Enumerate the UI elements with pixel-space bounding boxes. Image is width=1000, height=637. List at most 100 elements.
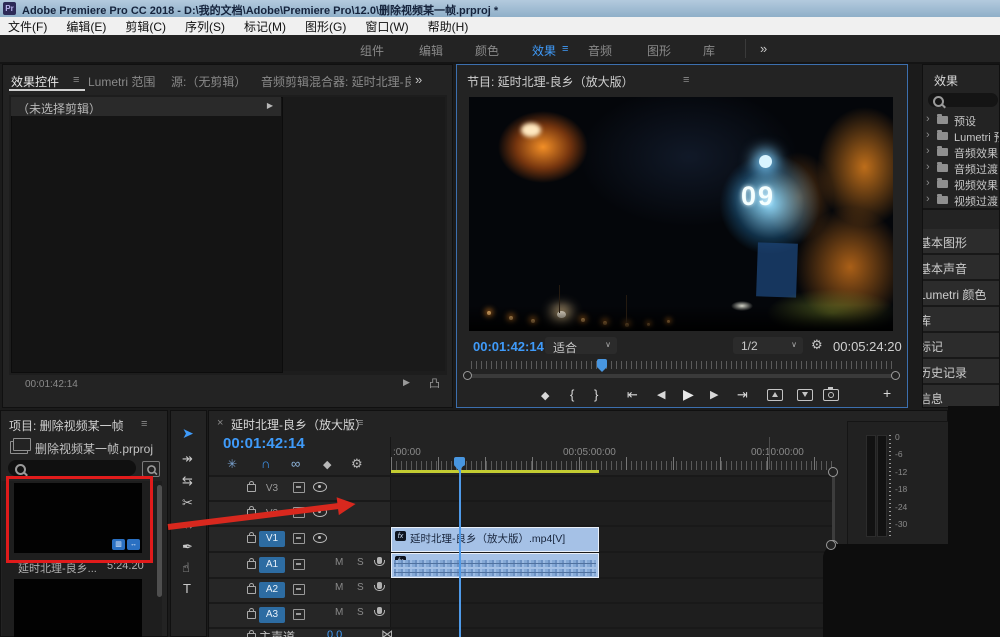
workspace-tab-editing[interactable]: 编辑 — [419, 42, 443, 59]
scrollbar-end-left[interactable] — [463, 371, 472, 380]
workspace-tab-audio[interactable]: 音频 — [588, 42, 612, 59]
nest-sequence-icon[interactable]: ✳ — [227, 457, 237, 471]
tree-item-audio-effects[interactable]: 音频效果 — [954, 145, 998, 161]
tool-ripple-edit[interactable]: ⇆ — [182, 473, 193, 489]
linked-selection-icon[interactable]: ∞ — [291, 456, 300, 471]
program-scrub-ruler[interactable] — [471, 361, 895, 369]
mute-button[interactable]: M — [335, 582, 343, 593]
workspace-tab-graphics[interactable]: 图形 — [647, 42, 671, 59]
mic-record-icon[interactable] — [374, 557, 385, 566]
workspace-menu-icon[interactable]: ≡ — [562, 43, 568, 55]
timeline-tab-title[interactable]: 延时北理-良乡（放大版） — [231, 416, 367, 433]
panel-header-libraries[interactable]: 库 — [923, 307, 999, 333]
menu-help[interactable]: 帮助(H) — [428, 18, 469, 35]
tool-track-select-forward[interactable]: ↠ — [182, 451, 193, 467]
expand-arrow-icon[interactable]: ▶ — [267, 101, 273, 110]
menu-edit[interactable]: 编辑(E) — [66, 18, 106, 35]
solo-button[interactable]: S — [357, 582, 364, 593]
go-to-in-button[interactable]: ⇤ — [627, 387, 638, 403]
mic-record-icon[interactable] — [374, 582, 385, 591]
tool-razor[interactable]: ✂ — [182, 495, 193, 511]
track-lock-icon[interactable] — [247, 630, 256, 637]
track-target-a1[interactable]: A1 — [259, 557, 285, 573]
tree-item-video-transitions[interactable]: 视频过渡 — [954, 193, 998, 209]
audio-clip-a1[interactable]: fx — [391, 553, 599, 578]
effects-panel-title[interactable]: 效果 — [934, 72, 958, 89]
track-visibility-eye-icon[interactable] — [313, 533, 327, 543]
tree-item-video-effects[interactable]: 视频效果 — [954, 177, 998, 193]
step-back-button[interactable]: ◀ — [657, 388, 665, 401]
sync-lock-icon[interactable] — [293, 584, 305, 595]
menu-clip[interactable]: 剪辑(C) — [125, 18, 166, 35]
track-target-v3[interactable]: V3 — [259, 481, 285, 497]
workspace-overflow-icon[interactable]: » — [760, 41, 767, 56]
tab-audio-clip-mixer[interactable]: 音频剪辑混合器: 延时北理-良乡（） — [261, 73, 411, 90]
track-target-a2[interactable]: A2 — [259, 582, 285, 598]
master-level-value[interactable]: 0.0 — [327, 629, 342, 637]
effects-search-input[interactable] — [928, 93, 998, 107]
program-current-timecode[interactable]: 00:01:42:14 — [473, 339, 544, 354]
go-to-out-button[interactable]: ⇥ — [737, 387, 748, 403]
tool-pen[interactable]: ✒ — [182, 539, 193, 555]
panel-header-history[interactable]: 历史记录 — [923, 359, 999, 385]
chevron-right-icon[interactable]: › — [926, 193, 930, 205]
chevron-right-icon[interactable]: › — [926, 129, 930, 141]
track-lock-icon[interactable] — [247, 608, 256, 619]
chevron-right-icon[interactable]: › — [926, 145, 930, 157]
track-target-a3[interactable]: A3 — [259, 607, 285, 623]
tool-type[interactable]: T — [183, 581, 191, 596]
sync-lock-icon[interactable] — [293, 533, 305, 544]
scrollbar-knob-peek[interactable] — [826, 540, 836, 550]
panel-header-lumetri-color[interactable]: Lumetri 颜色 — [923, 281, 999, 307]
add-marker-button[interactable]: ◆ — [541, 389, 549, 402]
mark-out-button[interactable]: } — [594, 387, 598, 402]
video-clip-v1[interactable]: fx 延时北理-良乡（放大版）.mp4[V] — [391, 527, 599, 552]
mute-button[interactable]: M — [335, 607, 343, 618]
project-search-bin-button[interactable] — [142, 461, 160, 477]
step-forward-button[interactable]: ▶ — [710, 388, 718, 401]
project-panel-title[interactable]: 项目: 删除视频某一帧 — [9, 417, 124, 434]
panel-header-markers[interactable]: 标记 — [923, 333, 999, 359]
tab-lumetri-scopes[interactable]: Lumetri 范围 — [88, 73, 155, 90]
workspace-tab-libraries[interactable]: 库 — [703, 42, 715, 59]
program-video-frame[interactable]: 09 — [469, 97, 893, 331]
timeline-tab-close-icon[interactable]: × — [217, 417, 223, 429]
chevron-right-icon[interactable]: › — [926, 177, 930, 189]
tree-item-presets[interactable]: 预设 — [954, 113, 976, 129]
export-icon[interactable]: 凸 — [429, 375, 440, 391]
program-settings-icon[interactable]: ⚙ — [811, 337, 823, 353]
chevron-right-icon[interactable]: › — [926, 113, 930, 125]
menu-window[interactable]: 窗口(W) — [365, 18, 408, 35]
track-lock-icon[interactable] — [247, 583, 256, 594]
sync-lock-icon[interactable] — [293, 609, 305, 620]
work-area-bar[interactable] — [391, 470, 599, 473]
timeline-playhead-line[interactable] — [459, 457, 461, 637]
extract-button[interactable] — [797, 389, 813, 401]
program-monitor-title[interactable]: 节目: 延时北理-良乡（放大版） — [467, 73, 634, 90]
project-item-thumbnail-2[interactable] — [14, 579, 142, 637]
timeline-timecode[interactable]: 00:01:42:14 — [223, 435, 305, 452]
project-menu-icon[interactable]: ≡ — [141, 418, 147, 430]
track-lock-icon[interactable] — [247, 558, 256, 569]
tool-hand[interactable]: ☝ — [182, 560, 190, 576]
play-button[interactable]: ▶ — [683, 386, 694, 403]
lift-button[interactable] — [767, 389, 783, 401]
project-search-input[interactable] — [8, 460, 136, 476]
resolution-dropdown[interactable]: 1/2 ∨ — [733, 337, 803, 354]
panel-header-essential-sound[interactable]: 基本声音 — [923, 255, 999, 281]
menu-graphics[interactable]: 图形(G) — [305, 18, 346, 35]
tree-item-audio-transitions[interactable]: 音频过渡 — [954, 161, 998, 177]
track-target-v1[interactable]: V1 — [259, 531, 285, 547]
no-clip-header[interactable]: （未选择剪辑） ▶ — [11, 97, 281, 116]
export-frame-button[interactable] — [823, 387, 839, 401]
fit-dropdown[interactable]: 适合 ∨ — [545, 337, 617, 355]
sync-lock-icon[interactable] — [293, 559, 305, 570]
workspace-tab-assembly[interactable]: 组件 — [360, 42, 384, 59]
track-lock-icon[interactable] — [247, 532, 256, 543]
tab-overflow-icon[interactable]: » — [415, 72, 422, 87]
menu-file[interactable]: 文件(F) — [8, 18, 47, 35]
panel-header-essential-graphics[interactable]: 基本图形 — [923, 229, 999, 255]
solo-button[interactable]: S — [357, 557, 364, 568]
menu-marker[interactable]: 标记(M) — [244, 18, 286, 35]
sync-lock-icon[interactable] — [293, 482, 305, 493]
